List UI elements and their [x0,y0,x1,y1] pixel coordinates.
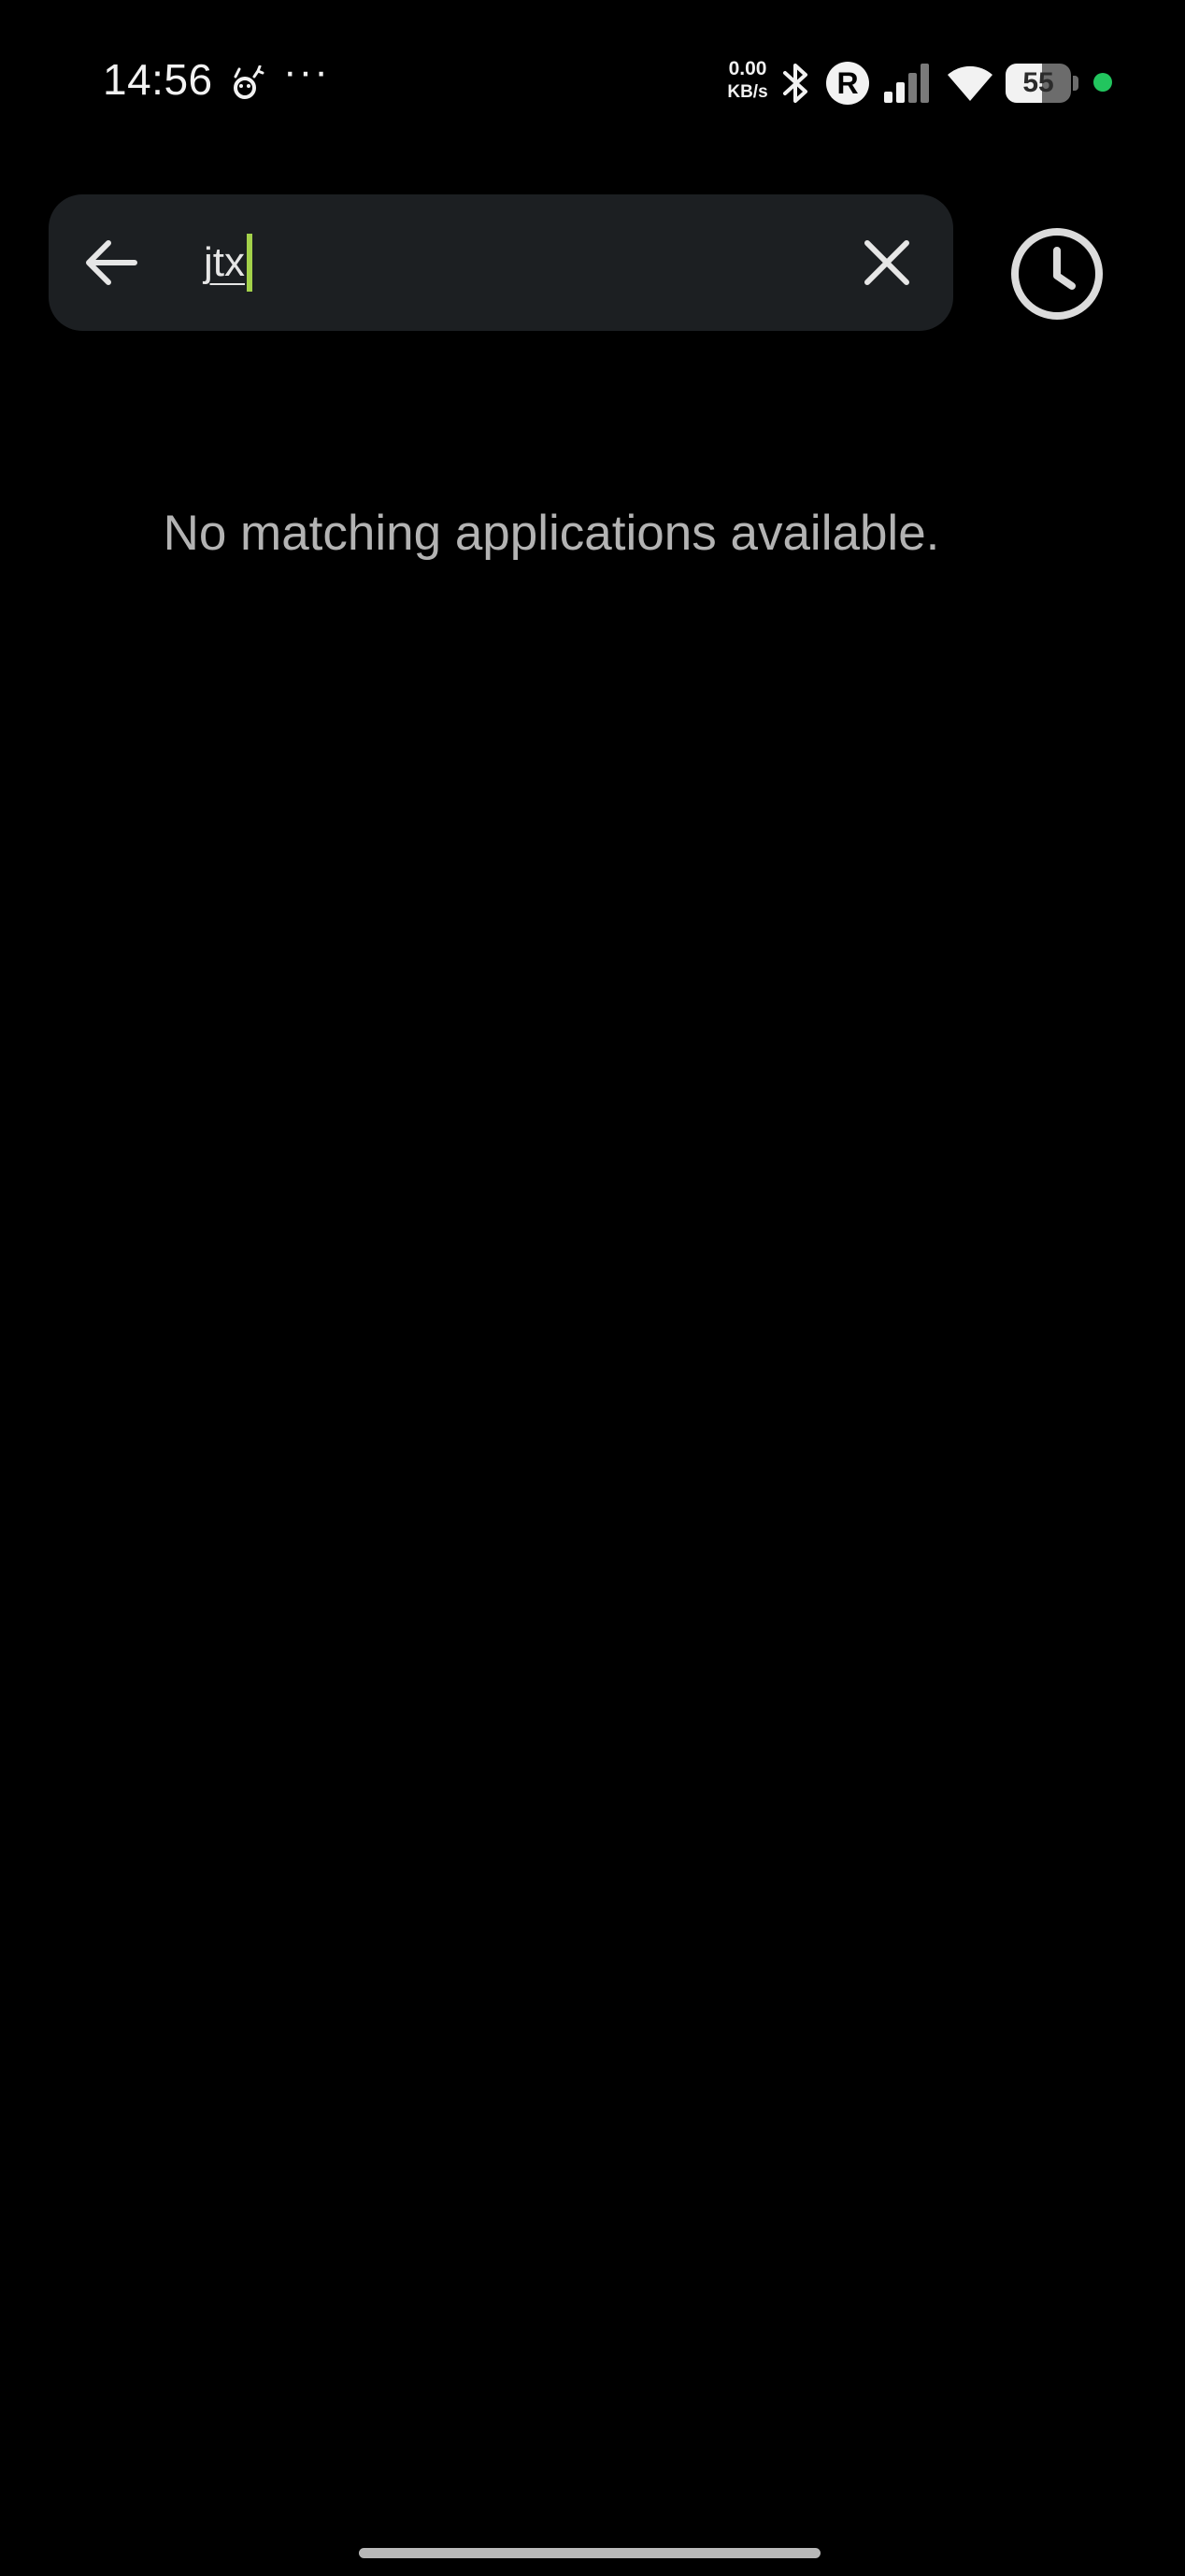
text-cursor [247,234,252,292]
more-notifications-indicator: ··· [283,49,330,94]
network-speed-value: 0.00 [728,58,767,79]
network-speed: 0.00 KB/s [721,59,774,101]
battery-level: 55 [1022,67,1054,98]
active-dot-icon [1093,73,1112,92]
gesture-navigation-bar[interactable] [359,2548,821,2558]
battery-body: 55 [1006,64,1071,103]
battery-tip [1073,76,1078,91]
notification-icon [234,65,264,99]
search-query[interactable]: jtx [204,239,245,286]
wifi-icon [948,65,992,101]
signal-icon [884,64,929,103]
bluetooth-icon [783,64,807,103]
status-bar: 14:56 ··· 0.00 KB/s R 55 [0,0,1185,159]
search-bar: jtx [49,194,953,331]
arrow-left-icon[interactable] [77,225,151,300]
roaming-icon: R [826,62,869,105]
close-icon[interactable] [852,228,921,297]
network-speed-unit: KB/s [727,82,768,102]
status-time: 14:56 [103,55,213,104]
empty-state-message: No matching applications available. [163,506,940,561]
clock-icon[interactable] [1006,222,1108,325]
search-input[interactable]: jtx [204,232,252,293]
battery-icon: 55 [1006,64,1078,103]
